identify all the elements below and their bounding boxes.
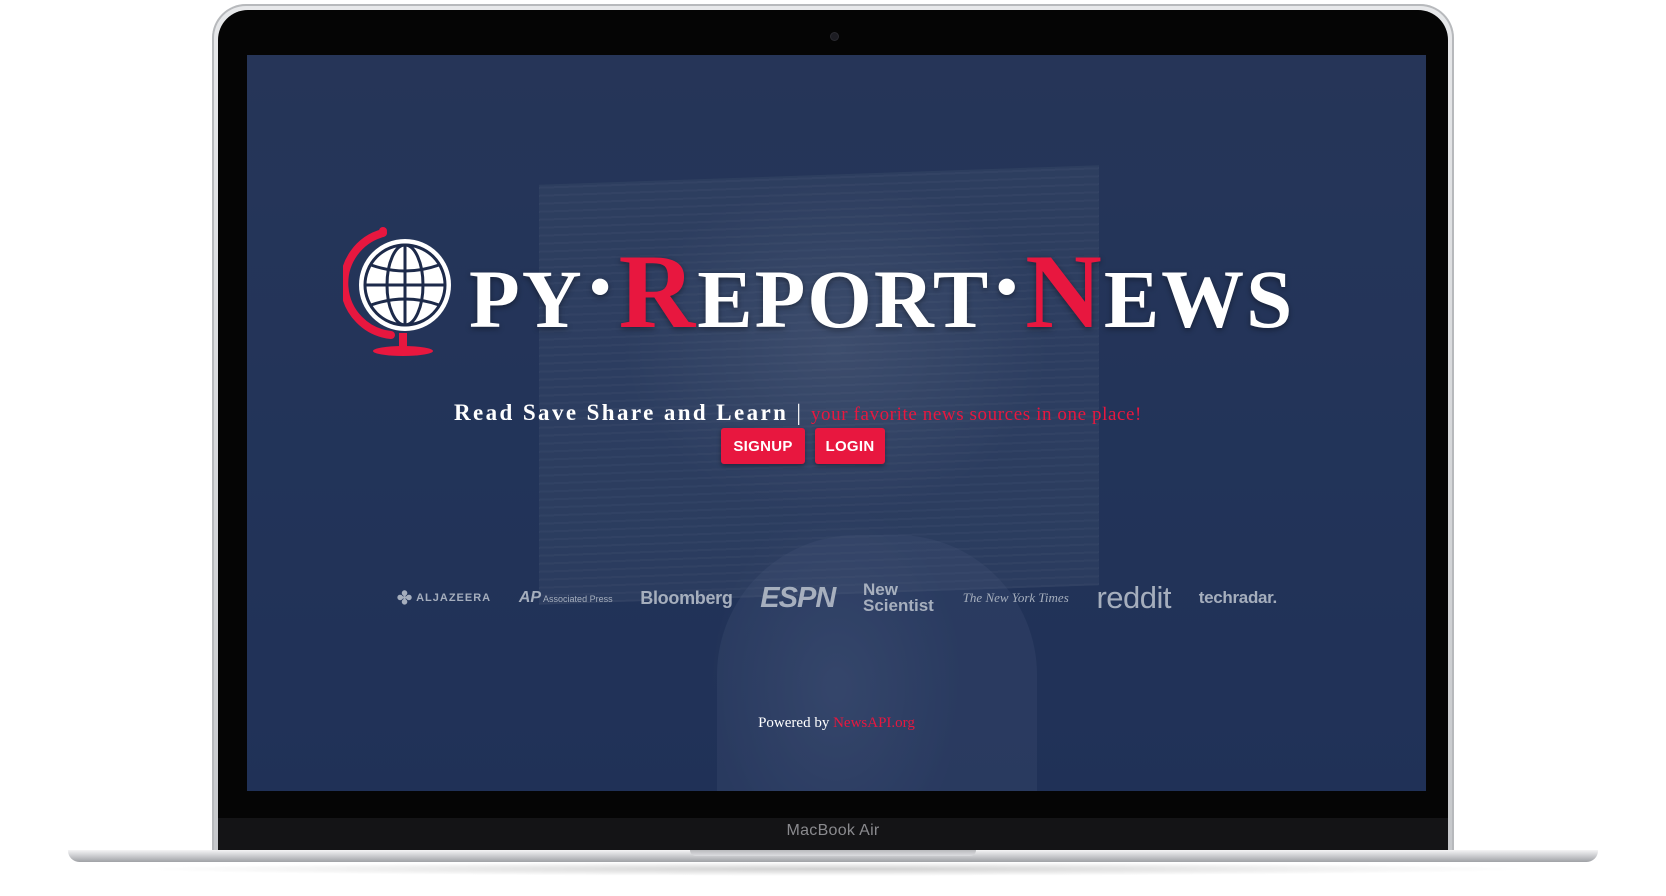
bloomberg-logo: Bloomberg <box>640 587 733 608</box>
reddit-logo: reddit <box>1096 580 1172 615</box>
logo-part: N <box>1025 233 1104 350</box>
tagline: Read Save Share and Learn | your favorite … <box>454 400 1142 426</box>
logo-part: EWS <box>1103 253 1295 345</box>
tagline-main: Read Save Share and Learn <box>454 400 789 425</box>
newsapi-link[interactable]: NewsAPI.org <box>833 715 915 731</box>
new-york-times-logo: The New York Times <box>962 590 1069 605</box>
camera-icon <box>831 33 838 40</box>
powered-by-footer: Powered by NewsAPI.org <box>247 715 1426 732</box>
logo-part: EPORT <box>697 253 991 345</box>
tagline-separator: | <box>796 400 801 425</box>
app-screen: PY •REPORT •NEWS Read Save Share and Learn… <box>247 55 1426 791</box>
globe-icon <box>343 227 451 356</box>
signup-button[interactable]: SIGNUP <box>721 428 805 464</box>
login-button[interactable]: LOGIN <box>815 428 885 464</box>
news-sources-row: ✤ ALJAZEERA AP Associated Press Bloomberg … <box>397 573 1277 623</box>
tagline-sub: your favorite news sources in one place! <box>810 404 1142 425</box>
laptop-shadow <box>130 862 1536 876</box>
app-logo-wordmark: PY •REPORT •NEWS <box>469 231 1294 361</box>
logo-part: R <box>618 233 698 350</box>
associated-press-logo: AP Associated Press <box>518 589 613 606</box>
laptop-base-notch <box>690 850 976 856</box>
powered-by-text: Powered by <box>758 715 830 731</box>
logo-part: PY <box>469 253 584 345</box>
espn-logo: ESPN <box>760 581 836 614</box>
logo-dot: • <box>589 254 613 320</box>
device-model-label: MacBook Air <box>786 822 880 839</box>
logo-dot: • <box>996 254 1020 320</box>
techradar-logo: techradar. <box>1198 588 1278 607</box>
aljazeera-logo: ✤ ALJAZEERA <box>397 587 492 608</box>
new-scientist-logo: New Scientist <box>862 580 934 615</box>
